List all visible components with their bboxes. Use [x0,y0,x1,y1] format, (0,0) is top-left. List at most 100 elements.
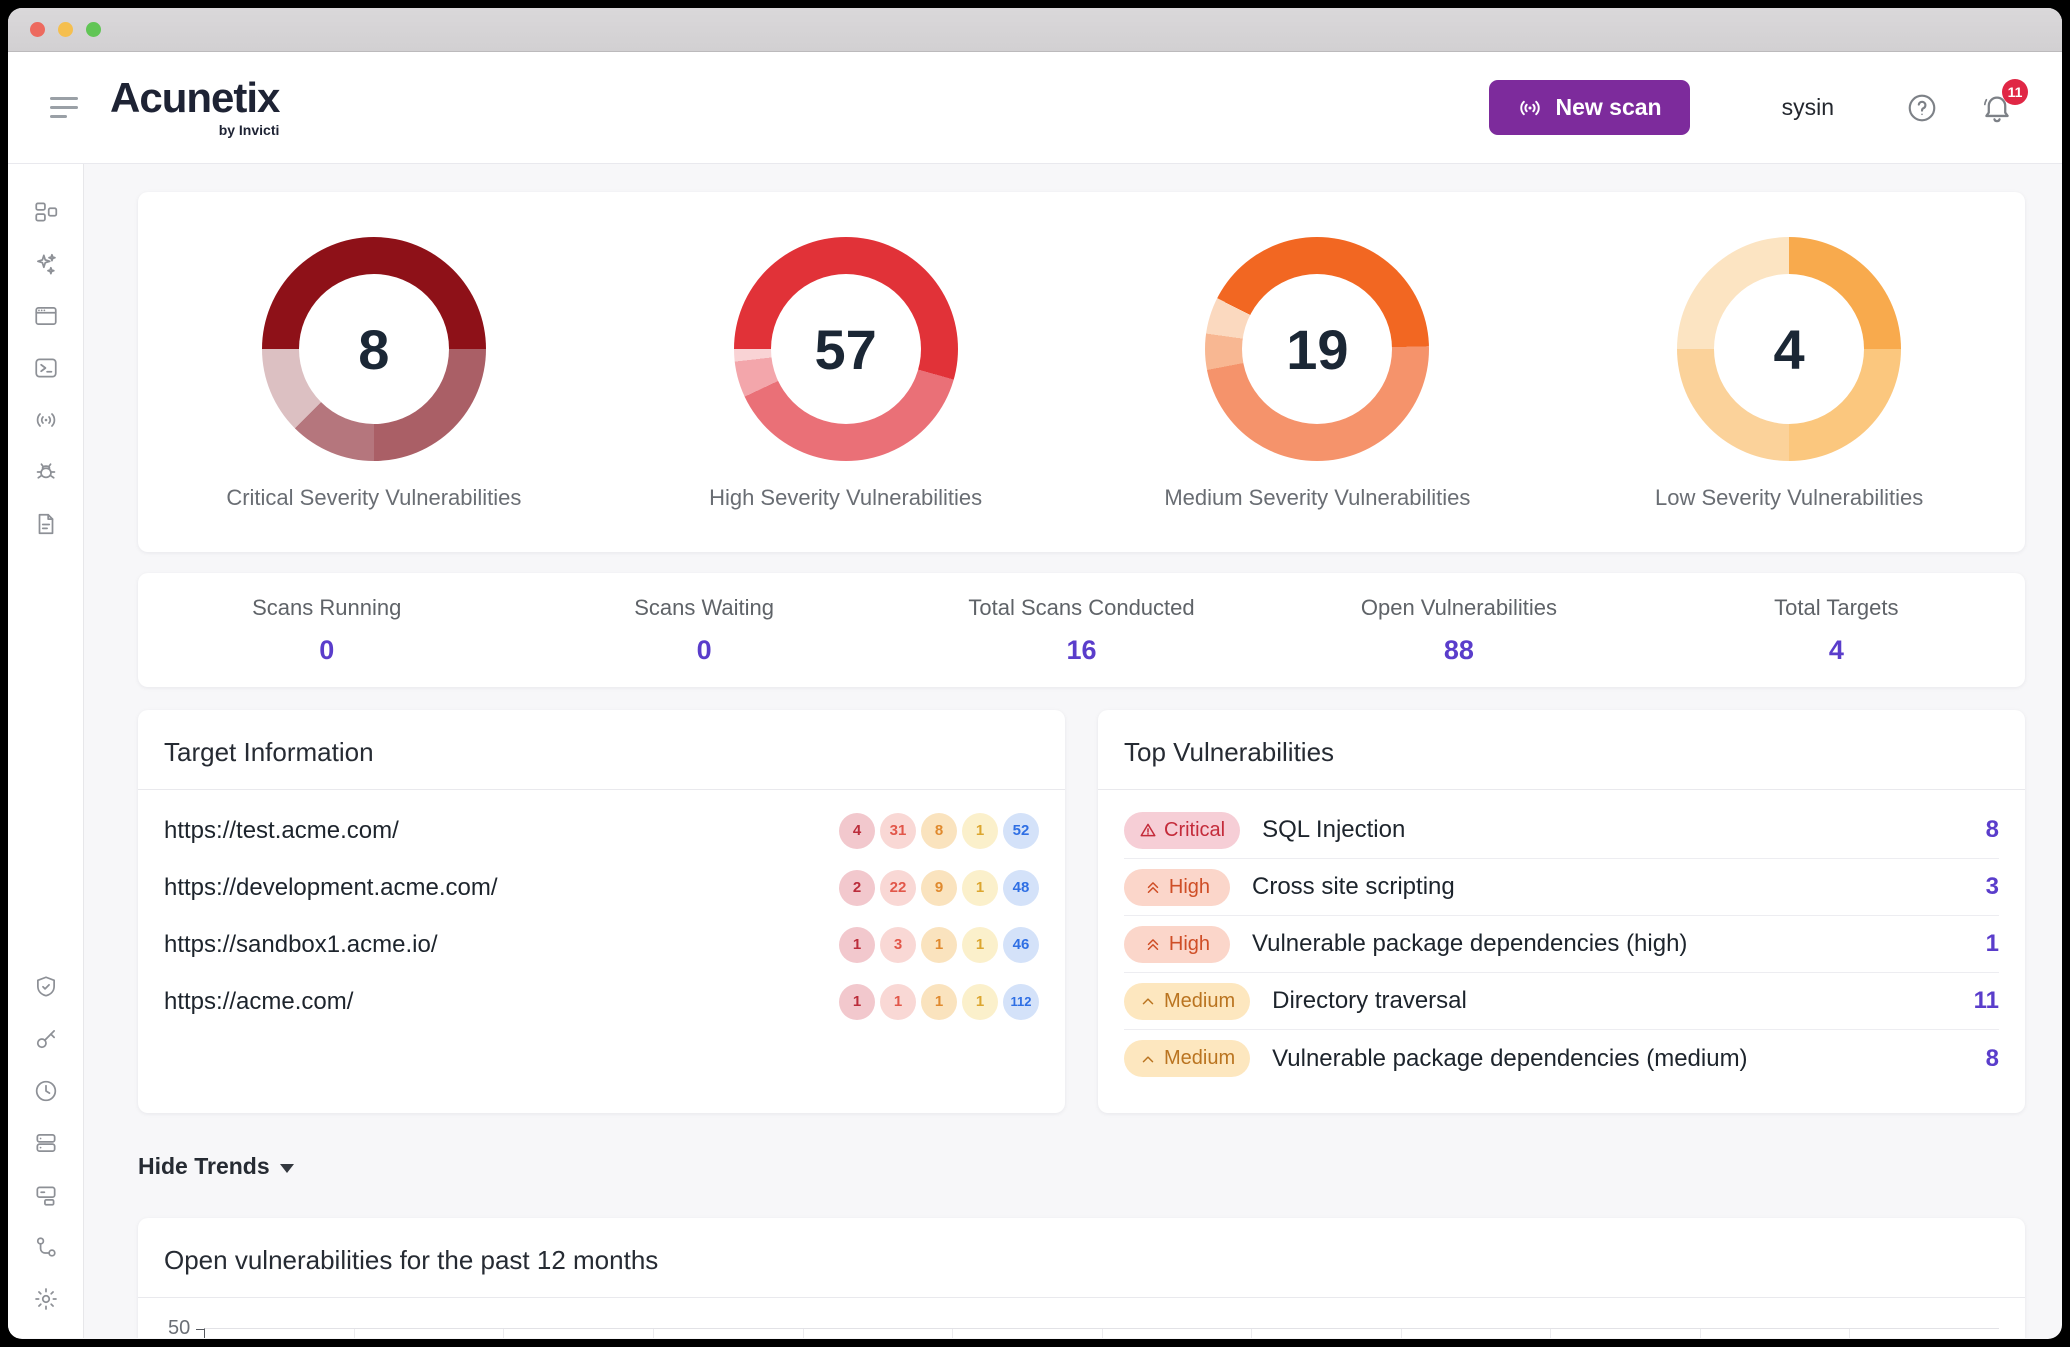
hide-trends-toggle[interactable]: Hide Trends [138,1153,294,1180]
severity-badges: 1 1 1 1 112 [839,983,1039,1020]
key-icon[interactable] [33,1026,59,1052]
medium-count-badge: 8 [921,812,957,849]
clock-icon[interactable] [33,1078,59,1104]
target-url[interactable]: https://sandbox1.acme.io/ [164,931,438,959]
vulnerability-count[interactable]: 8 [1986,816,1999,844]
vulnerability-name[interactable]: Directory traversal [1272,987,1467,1015]
panel-title: Target Information [138,710,1065,790]
close-window-button[interactable] [30,22,45,37]
stat-total-scans: Total Scans Conducted 16 [893,595,1270,666]
target-row[interactable]: https://development.acme.com/ 2 22 9 1 4… [164,859,1039,916]
medium-count-badge: 1 [921,926,957,963]
low-count-badge: 1 [962,983,998,1020]
target-url[interactable]: https://acme.com/ [164,988,353,1016]
severity-summary-card: 8 Critical Severity Vulnerabilities 57 H… [138,192,2025,552]
vulnerability-count[interactable]: 11 [1974,987,1999,1015]
notifications-button[interactable]: 11 [1980,78,2028,125]
minimize-window-button[interactable] [58,22,73,37]
y-axis-tick-mark [196,1329,205,1330]
severity-pill-high: High [1124,925,1230,963]
trend-chart-card: Open vulnerabilities for the past 12 mon… [138,1218,2025,1338]
high-count: 57 [814,317,877,381]
vulnerability-row[interactable]: High Vulnerable package dependencies (hi… [1124,916,1999,973]
dashboard-icon[interactable] [33,199,59,225]
target-row[interactable]: https://test.acme.com/ 4 31 8 1 52 [164,802,1039,859]
zoom-window-button[interactable] [86,22,101,37]
gear-icon[interactable] [33,1286,59,1312]
stat-value[interactable]: 4 [1829,635,1844,666]
vulnerability-row[interactable]: High Cross site scripting 3 [1124,859,1999,916]
report-document-icon[interactable] [33,511,59,537]
hide-trends-label: Hide Trends [138,1153,270,1179]
target-url[interactable]: https://test.acme.com/ [164,817,399,845]
new-scan-button[interactable]: New scan [1489,80,1690,135]
vulnerability-row[interactable]: Medium Directory traversal 11 [1124,973,1999,1030]
bug-icon[interactable] [33,459,59,485]
app-header: Acunetix by Invicti New scan sysin 11 [8,52,2062,164]
high-count-badge: 22 [880,869,916,906]
target-url[interactable]: https://development.acme.com/ [164,874,498,902]
help-button[interactable] [1906,92,1938,124]
info-count-badge: 52 [1003,812,1039,849]
low-label: Low Severity Vulnerabilities [1655,485,1924,510]
vulnerability-name[interactable]: Vulnerable package dependencies (medium) [1272,1045,1747,1073]
critical-severity-chart[interactable]: 8 Critical Severity Vulnerabilities [138,237,610,552]
new-scan-label: New scan [1555,94,1662,120]
low-donut-chart: 4 [1677,237,1902,461]
scan-radar-icon[interactable] [33,407,59,433]
stat-label: Scans Waiting [634,594,775,620]
vulnerability-name[interactable]: SQL Injection [1262,816,1405,844]
radar-icon [1520,100,1541,115]
medium-count-badge: 9 [921,869,957,906]
severity-label: Medium [1164,1047,1236,1069]
menu-icon[interactable] [50,97,78,118]
target-information-panel: Target Information https://test.acme.com… [138,710,1065,1113]
high-count-badge: 3 [880,926,916,963]
user-menu[interactable]: sysin [1782,94,1834,121]
vulnerability-name[interactable]: Cross site scripting [1252,873,1455,901]
terminal-icon[interactable] [33,355,59,381]
database-icon[interactable] [33,1130,59,1156]
shield-check-icon[interactable] [33,974,59,1000]
network-nodes-icon[interactable] [33,1234,59,1260]
stat-value[interactable]: 0 [319,635,334,666]
trend-chart-title: Open vulnerabilities for the past 12 mon… [138,1218,2025,1298]
vulnerability-count[interactable]: 8 [1986,1045,1999,1073]
low-count-badge: 1 [962,812,998,849]
info-count-badge: 112 [1003,983,1039,1020]
vulnerability-row[interactable]: Medium Vulnerable package dependencies (… [1124,1030,1999,1087]
stat-label: Scans Running [252,594,402,620]
severity-label: Critical [1164,818,1226,841]
stat-value[interactable]: 88 [1444,635,1474,666]
severity-pill-medium: Medium [1124,982,1251,1020]
critical-count-badge: 1 [839,926,875,963]
target-row[interactable]: https://sandbox1.acme.io/ 1 3 1 1 46 [164,916,1039,973]
stat-value[interactable]: 0 [697,635,712,666]
severity-label: Medium [1164,989,1236,1012]
vulnerability-row[interactable]: Critical SQL Injection 8 [1124,802,1999,859]
high-donut-chart: 57 [733,237,958,461]
vulnerability-name[interactable]: Vulnerable package dependencies (high) [1252,930,1687,958]
chevron-down-icon [279,1163,294,1173]
critical-count-badge: 4 [839,812,875,849]
chevron-up-icon [1142,998,1154,1005]
browser-icon[interactable] [33,303,59,329]
main-content: 8 Critical Severity Vulnerabilities 57 H… [84,164,2062,1338]
critical-donut-chart: 8 [261,237,486,461]
low-count: 4 [1773,317,1805,381]
medium-severity-chart[interactable]: 19 Medium Severity Vulnerabilities [1082,237,1554,552]
target-row[interactable]: https://acme.com/ 1 1 1 1 112 [164,973,1039,1030]
high-severity-chart[interactable]: 57 High Severity Vulnerabilities [610,237,1082,552]
panel-title: Top Vulnerabilities [1098,710,2025,790]
critical-count-badge: 2 [839,869,875,906]
severity-badges: 2 22 9 1 48 [839,869,1039,906]
agent-server-icon[interactable] [33,1182,59,1208]
severity-label: High [1168,932,1211,955]
vulnerability-count[interactable]: 1 [1986,930,1999,958]
stat-value[interactable]: 16 [1066,635,1096,666]
chevron-up-icon [1142,1055,1154,1062]
app-window: Acunetix by Invicti New scan sysin 11 8 … [8,8,2062,1339]
sparkles-icon[interactable] [33,251,59,277]
low-severity-chart[interactable]: 4 Low Severity Vulnerabilities [1553,237,2025,552]
vulnerability-count[interactable]: 3 [1986,873,1999,901]
